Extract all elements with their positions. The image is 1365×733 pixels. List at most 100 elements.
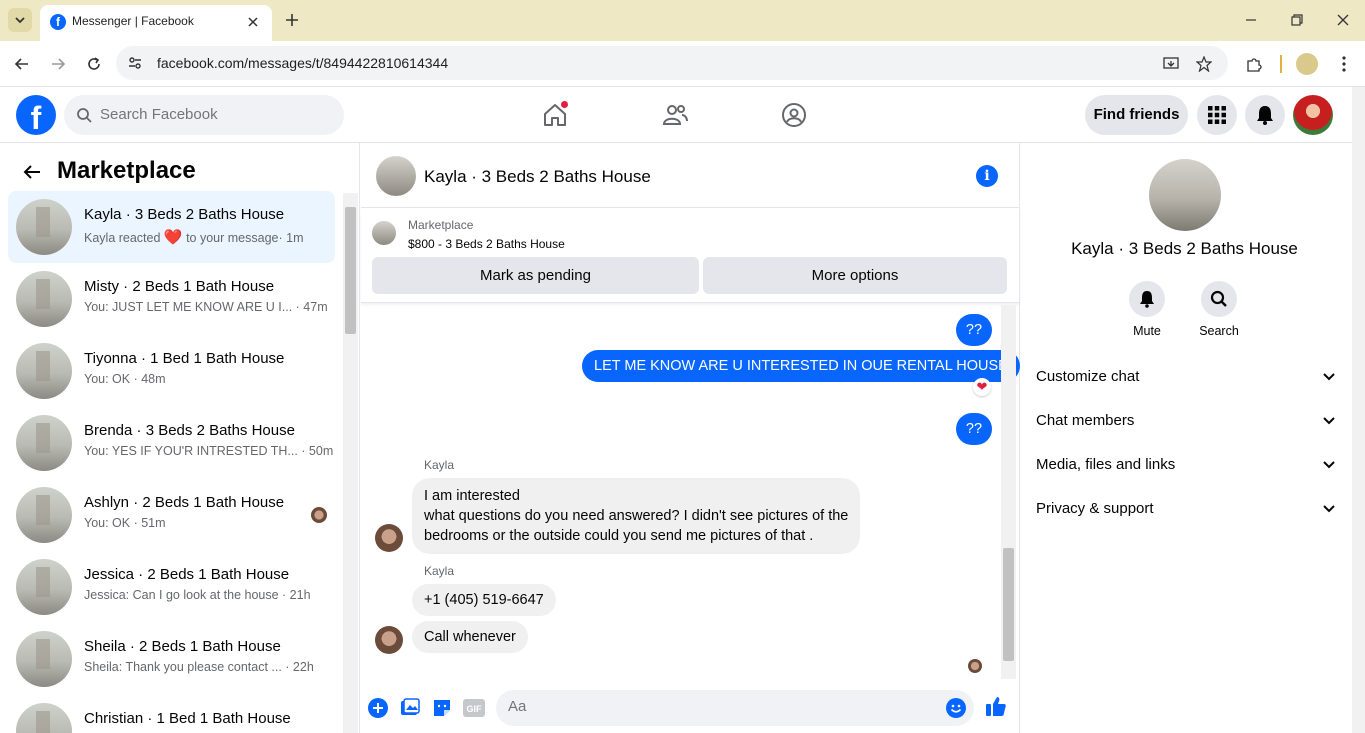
heart-reaction-icon[interactable]: ❤ <box>973 378 991 396</box>
sender-avatar[interactable] <box>375 626 403 654</box>
conversation-name: Tiyonna · 1 Bed 1 Bath House <box>84 350 285 367</box>
conversation-snippet: You: OK · 51m <box>84 516 166 530</box>
new-tab-button[interactable] <box>282 10 302 30</box>
emoji-icon[interactable] <box>946 698 966 722</box>
thumbs-up-icon[interactable] <box>985 695 1007 717</box>
close-window-button[interactable] <box>1333 10 1353 30</box>
arrow-left-icon <box>23 165 40 179</box>
search-icon <box>77 108 92 123</box>
facebook-logo-icon[interactable]: f <box>16 95 56 135</box>
facebook-favicon-icon: f <box>50 14 66 30</box>
address-bar[interactable]: facebook.com/messages/t/8494422810614344 <box>116 46 1228 80</box>
search-in-conversation-button[interactable]: Search <box>1189 281 1249 338</box>
groups-nav-button[interactable] <box>778 99 810 131</box>
account-avatar[interactable] <box>1293 95 1333 135</box>
menu-grid-button[interactable] <box>1197 95 1237 135</box>
install-app-icon[interactable] <box>1161 54 1181 74</box>
incoming-message[interactable]: Call whenever <box>412 621 528 653</box>
facebook-search[interactable] <box>64 95 344 135</box>
facebook-header: f Find friends <box>0 87 1352 143</box>
incoming-message[interactable]: +1 (405) 519-6647 <box>412 584 556 616</box>
sticker-icon[interactable] <box>431 697 453 719</box>
friends-nav-button[interactable] <box>659 99 691 131</box>
scrollbar-thumb[interactable] <box>1003 548 1014 661</box>
find-friends-button[interactable]: Find friends <box>1085 95 1188 135</box>
conversation-item[interactable]: Ashlyn · 2 Beds 1 Bath House You: OK · 5… <box>8 479 335 551</box>
listing-thumbnail[interactable] <box>372 221 396 245</box>
notification-dot <box>560 100 569 109</box>
tab-search-button[interactable] <box>8 8 32 32</box>
message-input[interactable] <box>508 698 928 715</box>
conversation-item[interactable]: Christian · 1 Bed 1 Bath House <box>8 695 335 733</box>
conversation-item[interactable]: Tiyonna · 1 Bed 1 Bath House You: OK · 4… <box>8 335 335 407</box>
restore-button[interactable] <box>1287 10 1307 30</box>
search-input[interactable] <box>100 106 320 123</box>
privacy-support-row[interactable]: Privacy & support <box>1036 486 1336 530</box>
scrollbar-thumb[interactable] <box>345 207 356 334</box>
chat-avatar[interactable] <box>376 156 416 196</box>
listing-thumbnail <box>16 271 72 327</box>
conversation-item[interactable]: Misty · 2 Beds 1 Bath House You: JUST LE… <box>8 263 335 335</box>
back-arrow-button[interactable] <box>20 160 44 184</box>
listing-price[interactable]: $800 - 3 Beds 2 Baths House <box>408 237 565 251</box>
conversation-title: Kayla · 3 Beds 2 Baths House <box>1071 239 1298 258</box>
conversation-snippet: You: JUST LET ME KNOW ARE U I... · 47m <box>84 300 328 314</box>
conversation-name: Christian · 1 Bed 1 Bath House <box>84 710 291 727</box>
media-files-links-row[interactable]: Media, files and links <box>1036 442 1336 486</box>
row-label: Chat members <box>1036 412 1135 429</box>
marketplace-sidebar: Marketplace Kayla · 3 Beds 2 Baths House… <box>0 143 360 733</box>
plus-icon <box>286 14 298 26</box>
chat-title[interactable]: Kayla · 3 Beds 2 Baths House <box>424 167 651 187</box>
url-text: facebook.com/messages/t/8494422810614344 <box>157 55 449 71</box>
extensions-puzzle-icon[interactable] <box>1242 52 1266 76</box>
minimize-button[interactable] <box>1241 10 1261 30</box>
conversation-item[interactable]: Brenda · 3 Beds 2 Baths House You: YES I… <box>8 407 335 479</box>
chat-header: Kayla · 3 Beds 2 Baths House i <box>361 143 1020 208</box>
bookmark-star-icon[interactable] <box>1194 54 1214 74</box>
more-options-button[interactable]: More options <box>703 257 1007 294</box>
sender-avatar[interactable] <box>375 524 403 552</box>
restore-icon <box>1291 14 1303 26</box>
sidebar-scrollbar[interactable] <box>343 193 358 733</box>
gif-icon[interactable]: GIF <box>463 697 485 719</box>
conversation-item[interactable]: Kayla · 3 Beds 2 Baths House Kayla react… <box>8 191 335 263</box>
listing-avatar[interactable] <box>1149 159 1221 231</box>
grid-menu-icon <box>1208 106 1226 124</box>
message-thread: ?? LET ME KNOW ARE U INTERESTED IN OUE R… <box>361 304 1020 681</box>
heart-icon: ❤️ <box>163 229 183 246</box>
tab-close-button[interactable] <box>244 13 262 31</box>
mute-button[interactable]: Mute <box>1117 281 1177 338</box>
forward-button[interactable] <box>46 52 70 76</box>
message-line: what questions do you need answered? I d… <box>424 508 849 524</box>
chrome-menu-button[interactable] <box>1332 52 1356 76</box>
more-actions-plus-icon[interactable] <box>367 697 389 719</box>
outgoing-message[interactable]: ?? <box>956 413 992 445</box>
chat-members-row[interactable]: Chat members <box>1036 398 1336 442</box>
notifications-button[interactable] <box>1245 95 1285 135</box>
chat-scrollbar[interactable] <box>1001 305 1016 679</box>
conversation-item[interactable]: Sheila · 2 Beds 1 Bath House Sheila: Tha… <box>8 623 335 695</box>
browser-tab[interactable]: f Messenger | Facebook <box>40 5 272 41</box>
message-input-box[interactable] <box>496 690 974 726</box>
page-scrollbar[interactable] <box>1352 87 1365 733</box>
conversation-item[interactable]: Jessica · 2 Beds 1 Bath House Jessica: C… <box>8 551 335 623</box>
seen-avatar <box>311 507 327 523</box>
incoming-message[interactable]: I am interested what questions do you ne… <box>412 478 861 554</box>
back-button[interactable] <box>10 52 34 76</box>
site-info-icon[interactable] <box>126 54 144 72</box>
reload-button[interactable] <box>82 52 106 76</box>
photo-attach-icon[interactable] <box>399 697 421 719</box>
outgoing-message[interactable]: ?? <box>956 314 992 346</box>
profile-icon[interactable] <box>1296 53 1318 75</box>
customize-chat-row[interactable]: Customize chat <box>1036 354 1336 398</box>
bell-icon <box>1257 106 1273 125</box>
info-icon[interactable]: i <box>976 165 998 187</box>
chat-panel: Kayla · 3 Beds 2 Baths House i Marketpla… <box>361 143 1020 733</box>
outgoing-message[interactable]: LET ME KNOW ARE U INTERESTED IN OUE RENT… <box>582 350 1020 382</box>
home-nav-button[interactable] <box>539 99 571 131</box>
message-composer: GIF <box>361 681 1020 733</box>
conversation-name: Brenda · 3 Beds 2 Baths House <box>84 422 295 439</box>
sender-name: Kayla <box>424 458 455 472</box>
mark-as-pending-button[interactable]: Mark as pending <box>372 257 699 294</box>
listing-thumbnail <box>16 343 72 399</box>
